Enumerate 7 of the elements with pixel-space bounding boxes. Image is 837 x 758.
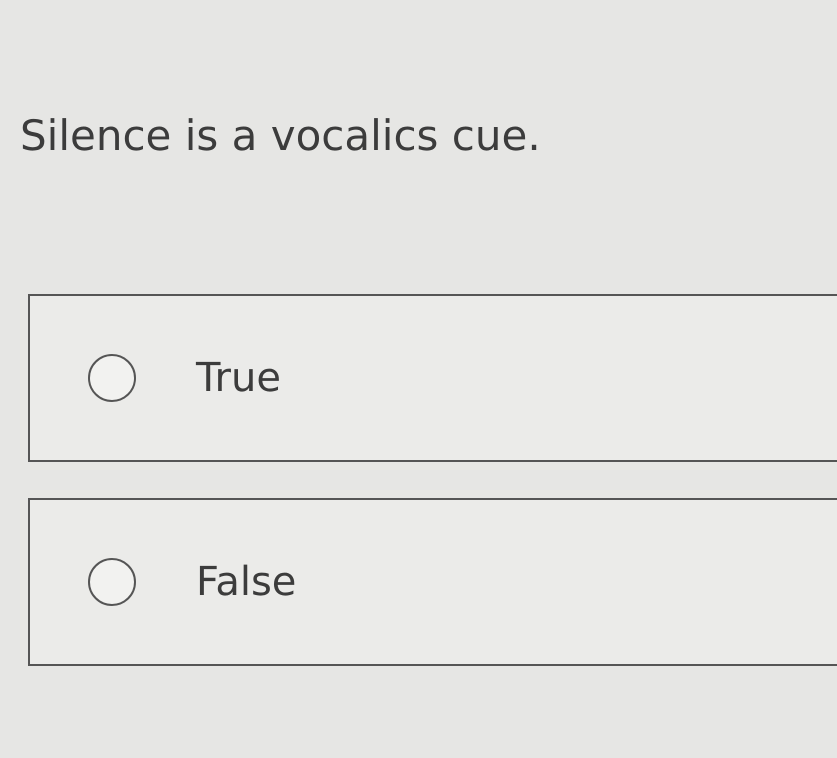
radio-button[interactable] <box>88 558 136 606</box>
option-label: True <box>196 354 281 403</box>
radio-button[interactable] <box>88 354 136 402</box>
question-text: Silence is a vocalics cue. <box>20 110 541 162</box>
answer-option[interactable]: True <box>28 294 837 462</box>
option-label: False <box>196 558 296 607</box>
answer-option[interactable]: False <box>28 498 837 666</box>
